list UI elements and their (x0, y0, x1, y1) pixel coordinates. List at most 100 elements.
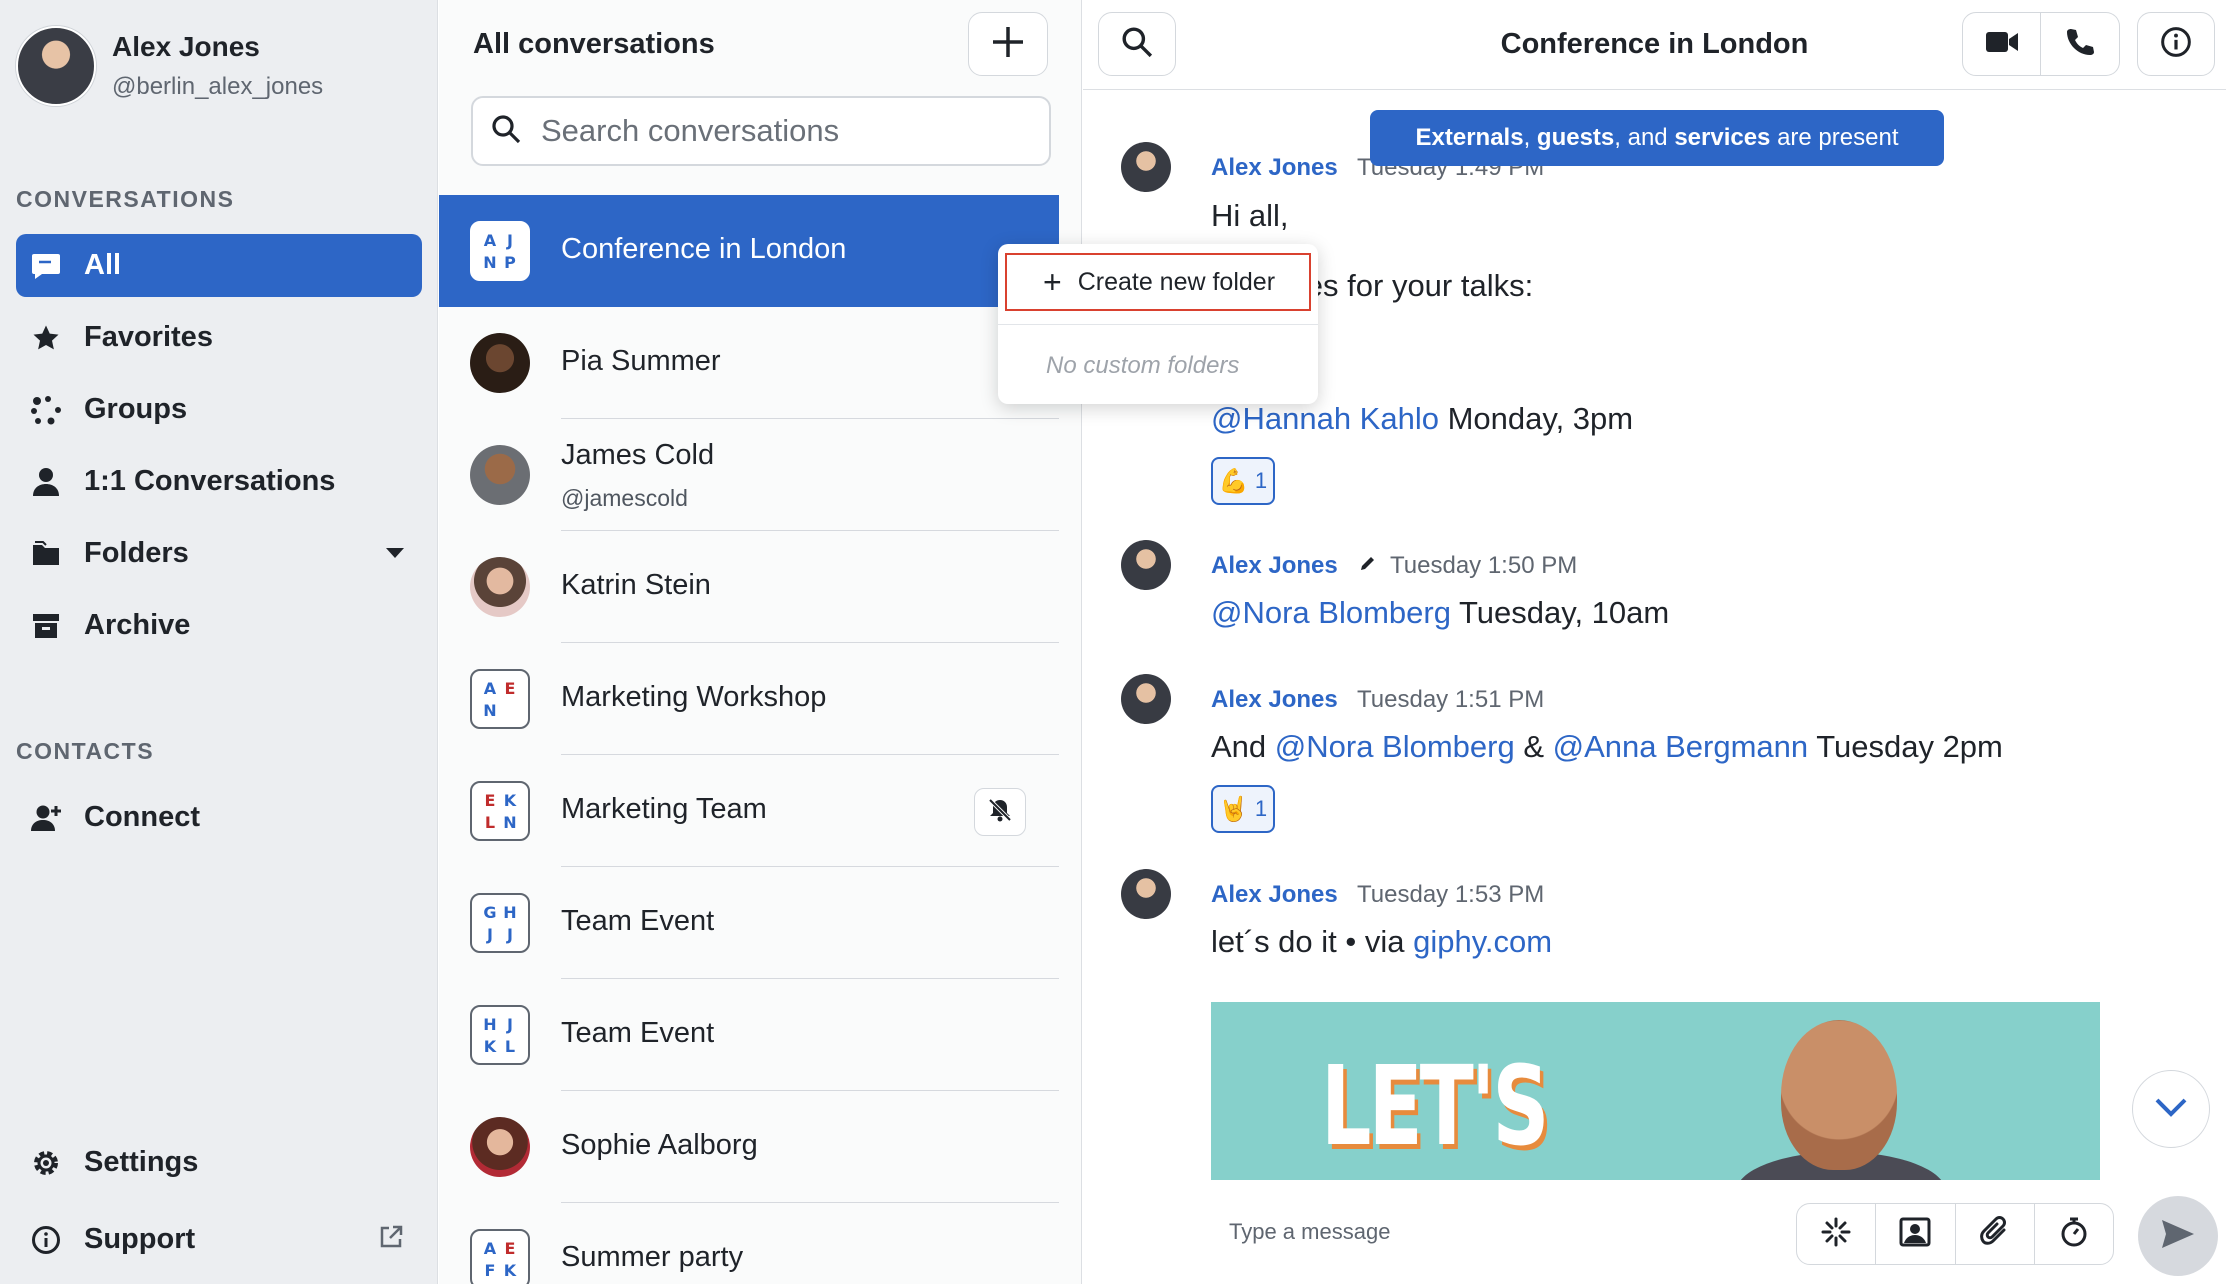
avatar (470, 333, 530, 393)
user-profile[interactable]: Alex Jones @berlin_alex_jones (16, 26, 323, 106)
phone-icon (2065, 27, 2095, 62)
message-timestamp: Tuesday 1:51 PM (1357, 686, 1545, 713)
mention[interactable]: @Nora Blomberg (1275, 729, 1515, 764)
sidebar-item-groups[interactable]: Groups (16, 378, 422, 441)
contacts-section-label: CONTACTS (16, 738, 155, 764)
group-avatar: A J N P (470, 221, 530, 281)
audio-call-button[interactable] (2041, 12, 2120, 76)
info-icon (2160, 26, 2192, 63)
avatar-letter: K (483, 1036, 497, 1056)
sidebar: Alex Jones @berlin_alex_jones CONVERSATI… (0, 0, 438, 1284)
flexed-biceps-emoji-icon: 💪 (1218, 467, 1249, 495)
message-input[interactable] (1229, 1212, 1749, 1252)
message-author[interactable]: Alex Jones (1211, 154, 1338, 182)
create-new-folder-menu-item[interactable]: + Create new folder (1005, 253, 1311, 311)
profile-name: Alex Jones (112, 31, 260, 62)
conversation-item[interactable]: Sophie Aalborg (439, 1091, 1059, 1203)
avatar[interactable] (1121, 869, 1171, 919)
video-call-button[interactable] (1962, 12, 2041, 76)
sidebar-item-archive[interactable]: Archive (16, 594, 422, 657)
avatar[interactable] (16, 26, 96, 106)
ping-burst-icon (1820, 1216, 1852, 1253)
avatar-letter: A (483, 230, 497, 250)
image-upload-button[interactable] (1876, 1204, 1956, 1264)
avatar[interactable] (1121, 142, 1171, 192)
timer-icon (2059, 1216, 2089, 1253)
sidebar-item-settings[interactable]: Settings (16, 1131, 422, 1194)
sidebar-item-label: Folders (84, 537, 189, 569)
sidebar-item-all[interactable]: All (16, 234, 422, 297)
archive-box-icon (30, 610, 62, 642)
avatar-letter: J (507, 924, 513, 944)
image-icon (1899, 1217, 1931, 1252)
sidebar-item-one-on-one[interactable]: 1:1 Conversations (16, 450, 422, 513)
timed-message-button[interactable] (2035, 1204, 2113, 1264)
conversation-item[interactable]: E K L N Marketing Team (439, 755, 1059, 867)
gif-image[interactable]: LET'S (1211, 1002, 2100, 1180)
avatar-letter: A (483, 678, 497, 698)
scroll-to-bottom-button[interactable] (2132, 1070, 2210, 1148)
sidebar-item-label: Groups (84, 393, 188, 425)
sidebar-item-folders[interactable]: Folders (16, 522, 422, 585)
avatar-letter: J (507, 230, 513, 250)
conversation-item[interactable]: A E F K Summer party (439, 1203, 1059, 1284)
chat-panel: Conference in London Alex Jones Tuesday … (1083, 0, 2226, 1284)
plus-icon (991, 25, 1025, 64)
message-author[interactable]: Alex Jones (1211, 881, 1338, 909)
conversation-name: Marketing Workshop (561, 681, 827, 713)
message-author[interactable]: Alex Jones (1211, 686, 1338, 714)
search-box[interactable] (471, 96, 1051, 166)
mention[interactable]: @Anna Bergmann (1553, 729, 1809, 764)
giphy-link[interactable]: giphy.com (1413, 924, 1552, 959)
ping-button[interactable] (1797, 1204, 1877, 1264)
external-link-icon (378, 1224, 404, 1255)
avatar (470, 557, 530, 617)
avatar[interactable] (1121, 674, 1171, 724)
search-input[interactable] (541, 113, 1021, 149)
conversation-item[interactable]: James Cold @jamescold (439, 419, 1059, 531)
message-text-part: let´s do it • via (1211, 924, 1414, 959)
sidebar-item-label: Favorites (84, 321, 213, 353)
message-timestamp: Tuesday 1:50 PM (1390, 552, 1578, 579)
conversation-item[interactable]: G H J J Team Event (439, 867, 1059, 979)
sidebar-item-support[interactable]: Support (16, 1208, 422, 1271)
mention[interactable]: @Nora Blomberg (1211, 595, 1451, 630)
send-button[interactable] (2138, 1196, 2218, 1276)
gif-person-face (1781, 1020, 1897, 1170)
avatar[interactable] (1121, 540, 1171, 590)
avatar-letter: K (503, 1260, 517, 1280)
person-icon (30, 466, 62, 498)
message-timestamp: Tuesday 1:53 PM (1357, 881, 1545, 908)
sidebar-item-label: All (84, 249, 122, 281)
menu-item-label: Create new folder (1077, 267, 1276, 296)
group-avatar: E K L N (470, 781, 530, 841)
reaction-button[interactable]: 💪 1 (1211, 457, 1275, 505)
conversation-item[interactable]: Katrin Stein (439, 531, 1059, 643)
chevron-down-icon[interactable] (386, 548, 404, 558)
group-avatar: H J K L (470, 1005, 530, 1065)
avatar-letter: N (483, 700, 497, 720)
sidebar-item-connect[interactable]: Connect (16, 786, 422, 849)
sidebar-item-favorites[interactable]: Favorites (16, 306, 422, 369)
banner-part: are present (1770, 124, 1899, 151)
attach-file-button[interactable] (1956, 1204, 2035, 1264)
conversation-handle: @jamescold (561, 485, 688, 511)
conversation-item[interactable]: H J K L Team Event (439, 979, 1059, 1091)
avatar (470, 445, 530, 505)
conversation-item[interactable]: A J N P Conference in London (439, 195, 1059, 307)
conversation-info-button[interactable] (2137, 12, 2215, 76)
rock-on-hand-emoji-icon: 🤘 (1218, 795, 1249, 823)
muted-bell-button[interactable] (974, 788, 1026, 836)
info-icon (30, 1224, 62, 1256)
reaction-button[interactable]: 🤘 1 (1211, 785, 1275, 833)
conversation-item[interactable]: Pia Summer (439, 307, 1059, 419)
conversation-item[interactable]: A E N Marketing Workshop (439, 643, 1059, 755)
avatar-letter: L (484, 812, 496, 832)
avatar-letter: E (484, 790, 496, 810)
avatar-letter: G (483, 902, 497, 922)
new-conversation-button[interactable] (968, 12, 1048, 76)
mention[interactable]: @Hannah Kahlo (1211, 401, 1439, 436)
add-person-icon (30, 802, 62, 834)
message-text-part: And (1211, 729, 1275, 764)
message-author[interactable]: Alex Jones (1211, 552, 1338, 580)
